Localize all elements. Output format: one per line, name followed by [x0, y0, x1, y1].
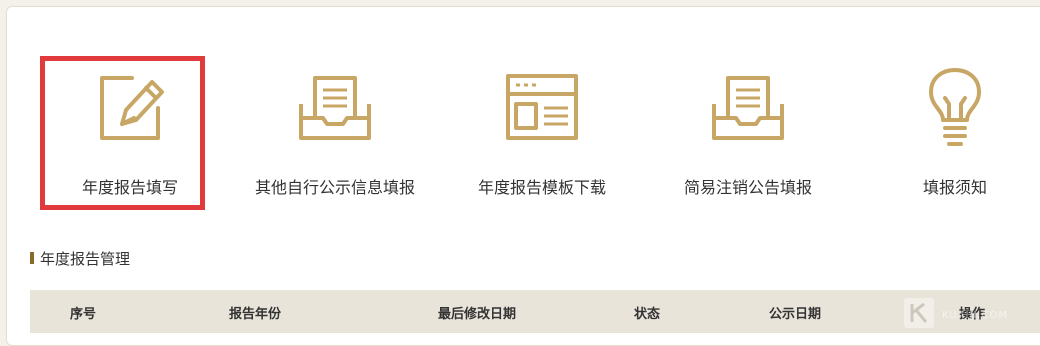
- watermark-logo-icon: [904, 298, 934, 328]
- column-header-report-year: 报告年份: [228, 307, 282, 322]
- template-window-icon: [506, 74, 578, 140]
- filing-notes-button[interactable]: 填报须知: [905, 66, 1005, 197]
- watermark: KUAIJI.COM: [902, 296, 1032, 330]
- table-header: 序号 报告年份 最后修改日期 状态 公示日期 操作: [30, 290, 1040, 333]
- watermark-text: KUAIJI.COM: [942, 310, 1008, 321]
- action-label: 简易注销公告填报: [683, 178, 812, 197]
- document-tray-icon: [712, 76, 784, 140]
- action-label: 其他自行公示信息填报: [254, 178, 415, 197]
- document-tray-icon: [299, 76, 371, 140]
- action-label: 填报须知: [922, 178, 987, 197]
- section-marker: [30, 252, 34, 264]
- other-public-info-button[interactable]: 其他自行公示信息填报: [245, 66, 425, 197]
- action-label: 年度报告模板下载: [477, 178, 606, 197]
- simple-deregistration-button[interactable]: 简易注销公告填报: [673, 66, 823, 197]
- column-header-index: 序号: [69, 307, 97, 322]
- template-download-button[interactable]: 年度报告模板下载: [468, 66, 616, 197]
- column-header-last-modified: 最后修改日期: [437, 307, 517, 322]
- section-title: 年度报告管理: [30, 248, 130, 268]
- column-header-public-date: 公示日期: [768, 307, 822, 322]
- lightbulb-icon: [929, 68, 981, 146]
- highlight-box: [40, 56, 205, 210]
- column-header-status: 状态: [633, 307, 661, 322]
- section-title-text: 年度报告管理: [40, 249, 131, 268]
